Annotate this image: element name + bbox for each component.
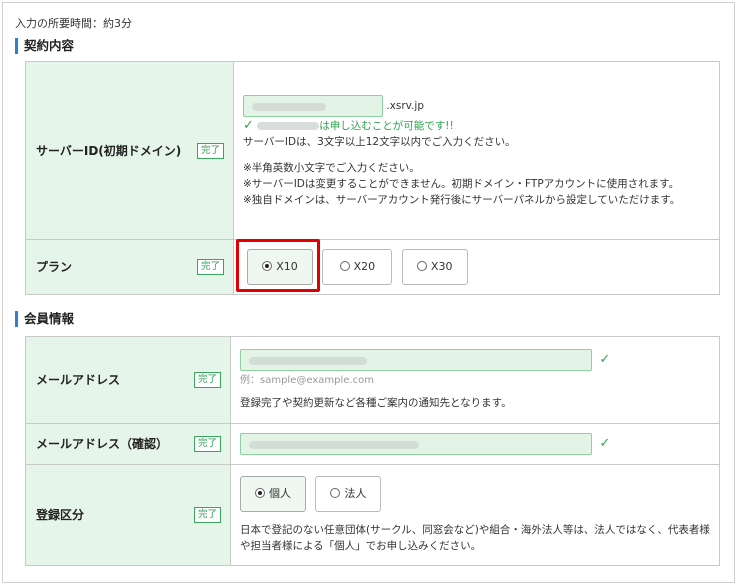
plan-option-label: X20	[353, 260, 376, 273]
email-confirm-label: メールアドレス（確認）	[36, 437, 169, 451]
email-confirm-input[interactable]	[240, 433, 592, 455]
form-frame: 入力の所要時間：約3分 契約内容 サーバーID(初期ドメイン) 完了 .xsrv…	[2, 2, 735, 583]
server-id-value-cell: .xsrv.jp ✓ は申し込むことが可能です!! サーバーIDは、3文字以上1…	[233, 61, 720, 240]
radio-icon	[330, 488, 341, 498]
row-email-confirm: メールアドレス（確認） 完了 ✓	[25, 423, 720, 465]
domain-suffix: .xsrv.jp	[386, 99, 425, 112]
reg-type-label: 登録区分	[36, 508, 85, 522]
plan-label: プラン	[36, 260, 73, 274]
check-icon: ✓	[243, 117, 254, 133]
reg-type-label-cell: 登録区分 完了	[25, 464, 231, 566]
reg-type-option-individual[interactable]: 個人	[240, 476, 306, 512]
section-heading-contract: 契約内容	[15, 38, 74, 54]
server-id-input[interactable]	[243, 94, 383, 117]
done-badge: 完了	[193, 372, 221, 388]
done-badge: 完了	[193, 507, 221, 523]
contract-table: サーバーID(初期ドメイン) 完了 .xsrv.jp ✓ は申し込むことが可能で…	[25, 61, 720, 295]
email-help: 登録完了や契約更新など各種ご案内の通知先となります。	[240, 397, 512, 409]
done-badge: 完了	[196, 259, 224, 275]
radio-selected-icon	[255, 488, 265, 498]
availability-message: ✓ は申し込むことが可能です!!	[243, 118, 710, 134]
server-id-label: サーバーID(初期ドメイン)	[36, 143, 182, 158]
selection-highlight-box	[236, 239, 320, 292]
redacted-value	[252, 102, 326, 111]
plan-label-cell: プラン 完了	[25, 239, 234, 295]
row-reg-type: 登録区分 完了 個人 法人 日本で登記のない任意団体(サークル、同窓会など)や組…	[25, 464, 720, 566]
row-server-id: サーバーID(初期ドメイン) 完了 .xsrv.jp ✓ は申し込むことが可能で…	[25, 61, 720, 240]
redacted-value	[249, 441, 419, 449]
redacted-value	[249, 357, 367, 365]
plan-option-x20[interactable]: X20	[322, 249, 393, 285]
email-example-hint: 例：sample@example.com	[240, 375, 374, 386]
check-icon: ✓	[599, 352, 611, 367]
server-id-label-cell: サーバーID(初期ドメイン) 完了	[25, 61, 234, 240]
reg-type-option-corporate[interactable]: 法人	[315, 476, 382, 512]
availability-text: は申し込むことが可能です!!	[319, 119, 454, 132]
server-id-note-2: ※サーバーIDは変更することができません。初期ドメイン・FTPアカウントに使用さ…	[243, 177, 680, 190]
section-heading-member: 会員情報	[15, 311, 74, 327]
reg-type-value-cell: 個人 法人 日本で登記のない任意団体(サークル、同窓会など)や組合・海外法人等は…	[230, 464, 720, 566]
reg-type-help: 日本で登記のない任意団体(サークル、同窓会など)や組合・海外法人等は、法人ではな…	[240, 524, 710, 552]
row-plan: プラン 完了 X10 X20 X30	[25, 239, 720, 295]
email-label: メールアドレス	[36, 373, 121, 387]
row-email: メールアドレス 完了 ✓ 例：sample@example.com 登録完了や契…	[25, 336, 720, 424]
server-id-note-3: ※独自ドメインは、サーバーアカウント発行後にサーバーパネルから設定していただけま…	[243, 193, 681, 206]
email-value-cell: ✓ 例：sample@example.com 登録完了や契約更新など各種ご案内の…	[230, 336, 720, 424]
redacted-server-id	[257, 121, 320, 130]
plan-option-label: X30	[430, 260, 453, 273]
check-icon: ✓	[599, 436, 611, 451]
member-table: メールアドレス 完了 ✓ 例：sample@example.com 登録完了や契…	[25, 336, 720, 566]
radio-icon	[416, 261, 427, 271]
radio-icon	[339, 261, 350, 271]
email-confirm-value-cell: ✓	[230, 423, 720, 465]
server-id-note-1: ※半角英数小文字でご入力ください。	[243, 161, 420, 174]
reg-type-option-label: 法人	[344, 487, 367, 500]
plan-option-x30[interactable]: X30	[401, 249, 468, 285]
email-confirm-label-cell: メールアドレス（確認） 完了	[25, 423, 231, 465]
email-label-cell: メールアドレス 完了	[25, 336, 231, 424]
reg-type-option-label: 個人	[269, 487, 291, 500]
email-input[interactable]	[240, 349, 592, 371]
time-estimate: 入力の所要時間：約3分	[15, 17, 132, 30]
done-badge: 完了	[196, 142, 224, 159]
server-id-help: サーバーIDは、3文字以上12文字以内でご入力ください。	[243, 135, 516, 148]
done-badge: 完了	[193, 436, 221, 452]
